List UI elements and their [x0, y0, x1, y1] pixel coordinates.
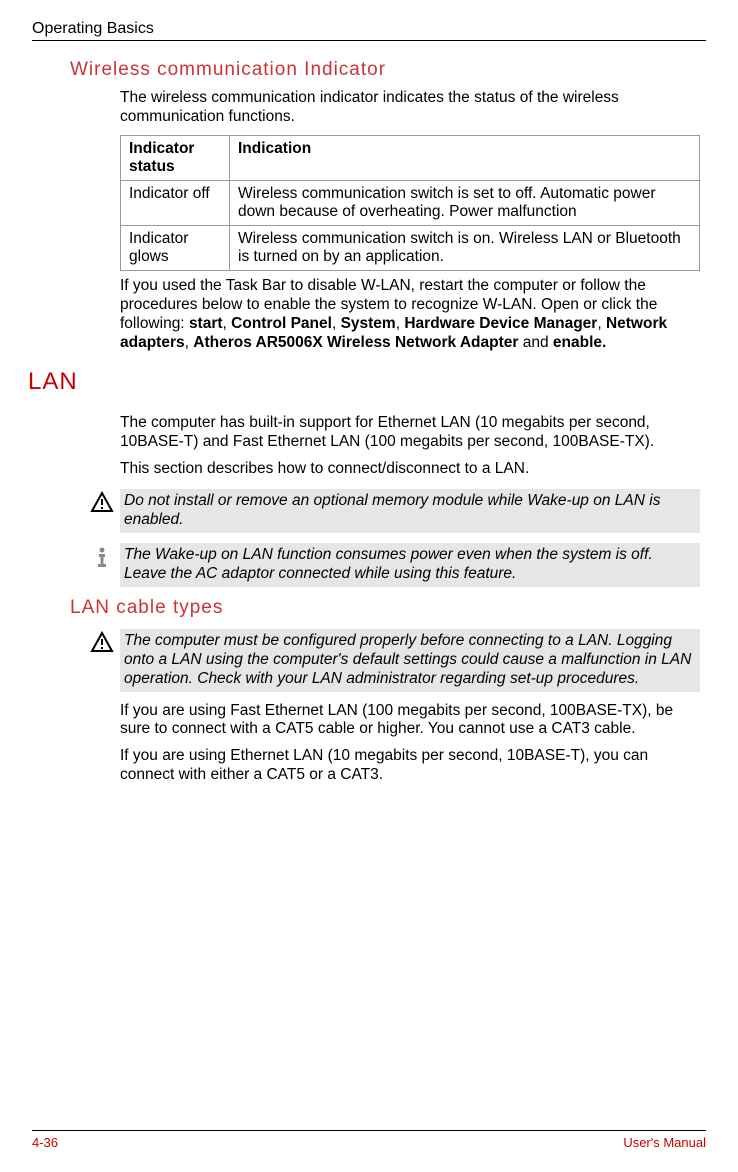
text-run: ,	[332, 315, 341, 332]
caution-icon	[90, 631, 114, 660]
info-icon	[90, 545, 114, 574]
bold-run: start	[189, 315, 223, 332]
caution-icon	[90, 491, 114, 520]
note-text: Do not install or remove an optional mem…	[120, 489, 700, 533]
note-text: The Wake-up on LAN function consumes pow…	[120, 543, 700, 587]
info-note: The Wake-up on LAN function consumes pow…	[90, 543, 700, 587]
note-text: The computer must be configured properly…	[120, 629, 700, 692]
paragraph: If you used the Task Bar to disable W-LA…	[120, 277, 700, 353]
table-header-cell: Indication	[230, 135, 700, 180]
table-header-cell: Indicator status	[121, 135, 230, 180]
table-cell: Indicator glows	[121, 225, 230, 270]
page-number: 4-36	[32, 1135, 58, 1150]
paragraph: If you are using Ethernet LAN (10 megabi…	[120, 747, 700, 785]
bold-run: enable.	[553, 334, 606, 351]
bold-run: Hardware Device Manager	[404, 315, 597, 332]
page-footer: 4-36 User's Manual	[32, 1130, 706, 1150]
subheading-wireless-indicator: Wireless communication Indicator	[70, 59, 706, 81]
table-cell: Indicator off	[121, 180, 230, 225]
text-run: ,	[185, 334, 194, 351]
table-cell: Wireless communication switch is set to …	[230, 180, 700, 225]
paragraph: The wireless communication indicator ind…	[120, 89, 700, 127]
indicator-table: Indicator status Indication Indicator of…	[120, 135, 700, 271]
caution-note: Do not install or remove an optional mem…	[90, 489, 700, 533]
footer-title: User's Manual	[623, 1135, 706, 1150]
bold-run: Atheros AR5006X Wireless Network Adapter	[193, 334, 518, 351]
paragraph: This section describes how to connect/di…	[120, 460, 700, 479]
text-run: and	[518, 334, 552, 351]
text-run: ,	[597, 315, 606, 332]
page-header: Operating Basics	[32, 20, 706, 41]
paragraph: The computer has built-in support for Et…	[120, 414, 700, 452]
heading-lan: LAN	[28, 368, 706, 396]
table-row: Indicator glows Wireless communication s…	[121, 225, 700, 270]
bold-run: Control Panel	[231, 315, 332, 332]
header-section-title: Operating Basics	[32, 20, 154, 38]
subheading-lan-cable-types: LAN cable types	[70, 597, 706, 619]
table-header-row: Indicator status Indication	[121, 135, 700, 180]
paragraph: If you are using Fast Ethernet LAN (100 …	[120, 702, 700, 740]
text-run: ,	[223, 315, 232, 332]
caution-note: The computer must be configured properly…	[90, 629, 700, 692]
table-row: Indicator off Wireless communication swi…	[121, 180, 700, 225]
table-cell: Wireless communication switch is on. Wir…	[230, 225, 700, 270]
bold-run: System	[341, 315, 396, 332]
